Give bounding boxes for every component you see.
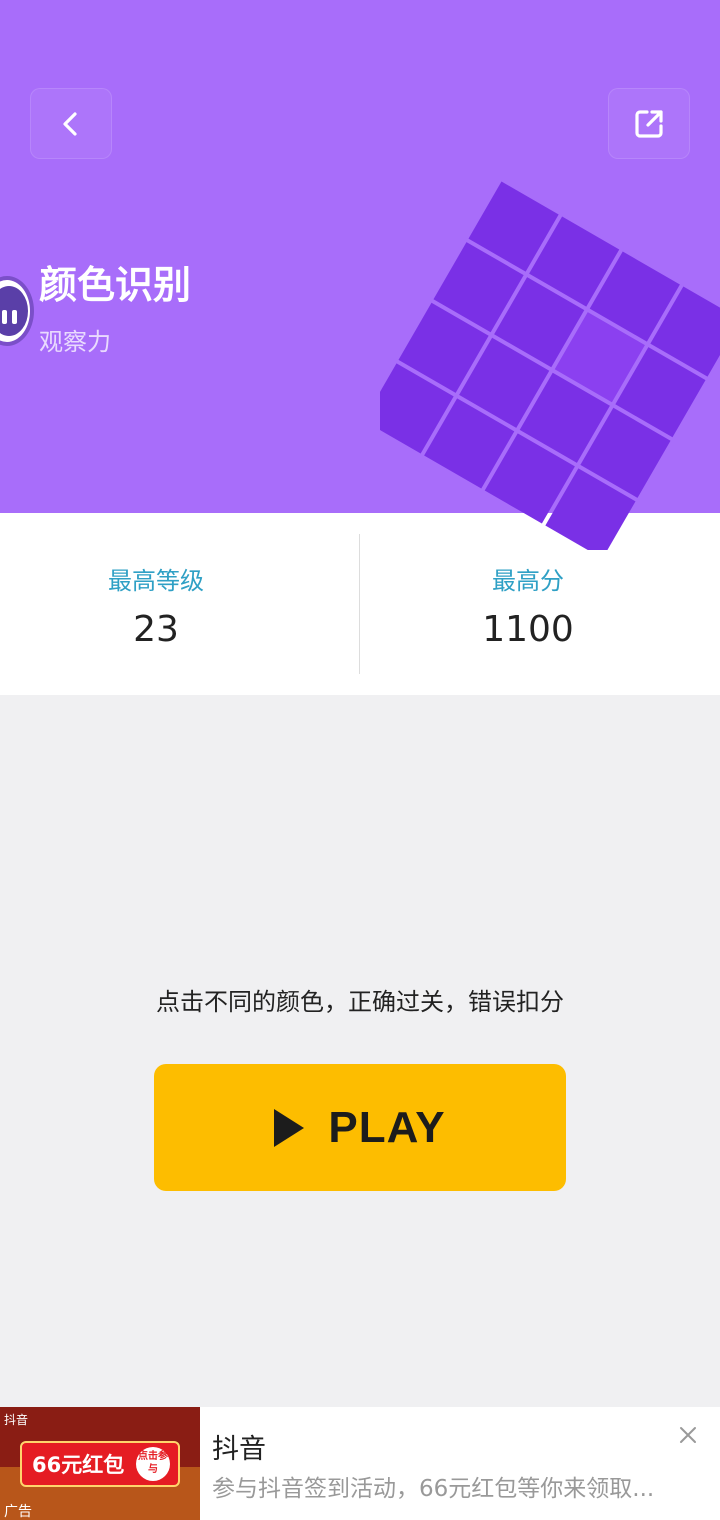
game-hint: 点击不同的颜色，正确过关，错误扣分 — [156, 988, 564, 1016]
ad-description[interactable]: 参与抖音签到活动，66元红包等你来领取... — [212, 1469, 672, 1503]
page-title: 颜色识别 — [39, 263, 192, 307]
ad-tag: 广告 — [4, 1504, 32, 1520]
mascot-avatar — [0, 276, 34, 346]
play-icon — [274, 1108, 305, 1147]
red-packet-badge: 66元红包 点击参与 — [20, 1441, 180, 1487]
ad-thumb-join: 点击参与 — [136, 1447, 170, 1481]
best-score-value: 1100 — [482, 609, 574, 650]
back-button[interactable] — [30, 88, 112, 159]
ad-thumb-amount: 66元红包 — [32, 1453, 125, 1477]
ad-title[interactable]: 抖音 — [212, 1427, 266, 1466]
best-level-value: 23 — [133, 609, 179, 650]
ad-thumb-brand: 抖音 — [4, 1413, 29, 1427]
game-header: 颜色识别 观察力 — [0, 0, 720, 550]
play-label: PLAY — [328, 1102, 446, 1152]
close-icon[interactable] — [676, 1423, 700, 1447]
play-button[interactable]: PLAY — [154, 1064, 566, 1191]
best-level-stat: 最高等级 23 — [0, 513, 360, 695]
ad-thumbnail[interactable]: 抖音 66元红包 点击参与 广告 — [0, 1407, 200, 1520]
share-button[interactable] — [608, 88, 690, 159]
chevron-left-icon — [63, 111, 77, 136]
best-score-label: 最高分 — [492, 567, 564, 595]
best-level-label: 最高等级 — [108, 567, 204, 595]
external-link-icon — [635, 109, 663, 138]
color-grid-illustration — [380, 170, 720, 550]
page-subtitle: 观察力 — [39, 328, 111, 356]
ad-banner[interactable]: 抖音 66元红包 点击参与 广告 抖音 参与抖音签到活动，66元红包等你来领取.… — [0, 1407, 720, 1520]
